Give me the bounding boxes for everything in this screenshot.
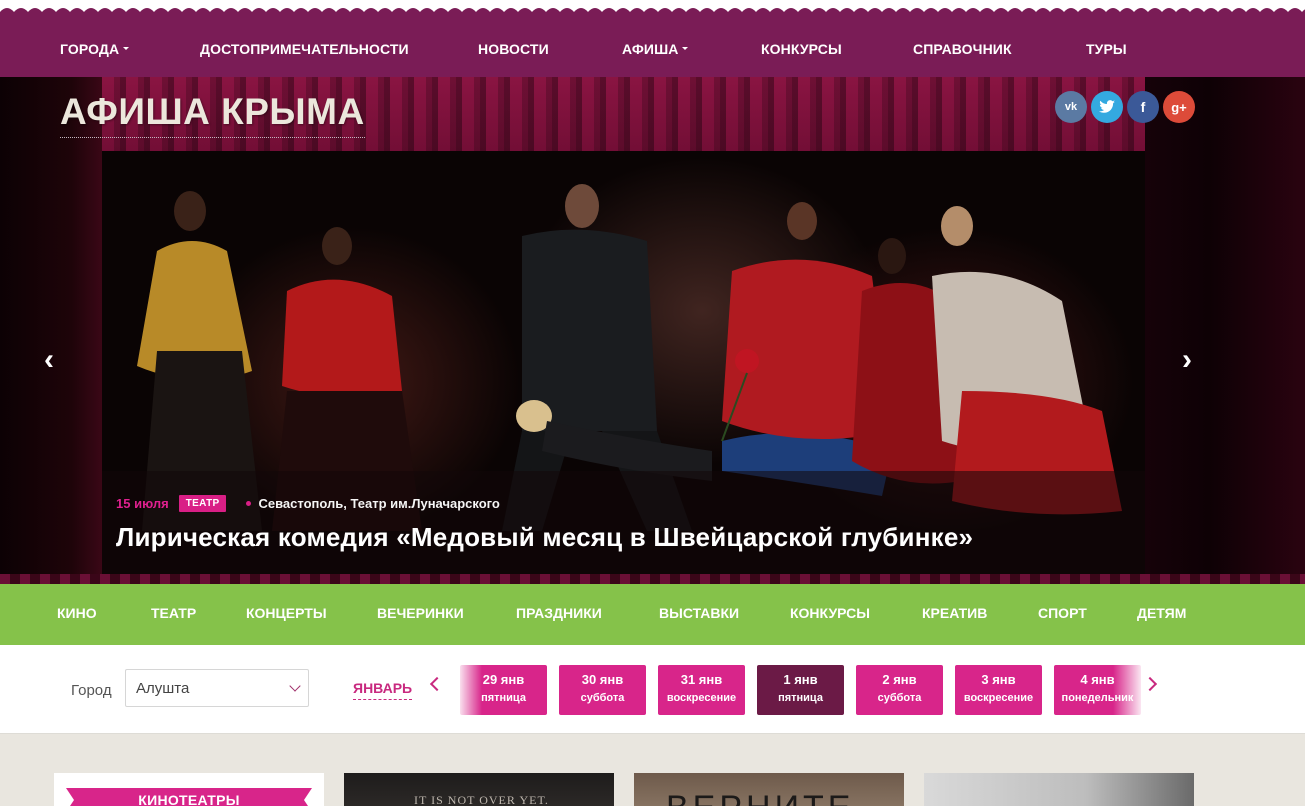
date-item[interactable]: 2 янв суббота (856, 665, 943, 715)
top-navigation: ГОРОДА ДОСТОПРИМЕЧАТЕЛЬНОСТИ НОВОСТИ АФИ… (0, 22, 1305, 77)
date-day: 4 янв (1080, 672, 1115, 687)
date-weekday: суббота (877, 692, 922, 704)
event-location: Севастополь, Театр им.Луначарского (258, 496, 500, 511)
nav-label: ГОРОДА (60, 41, 120, 57)
date-next-arrow-icon[interactable] (1142, 676, 1158, 692)
nav-label: АФИША (622, 41, 679, 57)
site-logo-title[interactable]: АФИША КРЫМА (60, 91, 365, 138)
category-bar: КИНО ТЕАТР КОНЦЕРТЫ ВЕЧЕРИНКИ ПРАЗДНИКИ … (0, 584, 1305, 645)
category-sport[interactable]: СПОРТ (1038, 605, 1087, 621)
nav-label: ДОСТОПРИМЕЧАТЕЛЬНОСТИ (200, 41, 409, 57)
cinemas-card: КИНОТЕАТРЫ (54, 773, 324, 806)
slide-caption: 15 июля ТЕАТР Севастополь, Театр им.Луна… (102, 471, 1145, 574)
dropdown-caret-icon (682, 46, 689, 50)
date-weekday: воскресение (963, 692, 1034, 704)
nav-item-news[interactable]: НОВОСТИ (478, 41, 549, 57)
date-weekday: пятница (481, 692, 526, 704)
slide-meta: 15 июля ТЕАТР Севастополь, Театр им.Луна… (116, 495, 500, 512)
movie-thumbnail[interactable]: ВЕРНИТЕ (634, 773, 904, 806)
date-item[interactable]: 31 янв воскресение (658, 665, 745, 715)
category-creative[interactable]: КРЕАТИВ (922, 605, 987, 621)
facebook-icon[interactable]: f (1127, 91, 1159, 123)
month-selector[interactable]: ЯНВАРЬ (353, 680, 413, 700)
date-item[interactable]: 3 янв воскресение (955, 665, 1042, 715)
date-item[interactable]: 4 янв понедельник (1054, 665, 1141, 715)
nav-item-afisha[interactable]: АФИША (622, 41, 689, 57)
filter-bar: Город Алушта ЯНВАРЬ 29 янв пятница 30 янв… (0, 645, 1305, 734)
city-select[interactable]: Алушта (125, 669, 309, 707)
slide-image[interactable]: 15 июля ТЕАТР Севастополь, Театр им.Луна… (102, 151, 1145, 574)
nav-item-directory[interactable]: СПРАВОЧНИК (913, 41, 1012, 57)
slider-prev-arrow-icon[interactable]: ‹ (44, 343, 54, 377)
date-prev-arrow-icon[interactable] (429, 676, 445, 692)
date-weekday: пятница (778, 692, 823, 704)
date-day: 2 янв (882, 672, 917, 687)
nav-label: ТУРЫ (1086, 41, 1127, 57)
category-parties[interactable]: ВЕЧЕРИНКИ (377, 605, 464, 621)
date-item[interactable]: 29 янв пятница (460, 665, 547, 715)
date-day: 29 янв (482, 672, 525, 687)
nav-item-cities[interactable]: ГОРОДА (60, 41, 130, 57)
location-dot-icon (246, 501, 252, 506)
dropdown-caret-icon (123, 46, 130, 50)
date-day: 30 янв (581, 672, 624, 687)
event-title[interactable]: Лирическая комедия «Медовый месяц в Швей… (116, 522, 973, 553)
date-day: 3 янв (981, 672, 1016, 687)
date-weekday: суббота (580, 692, 625, 704)
movie-poster-text: IT IS NOT OVER YET. (414, 793, 549, 806)
category-concerts[interactable]: КОНЦЕРТЫ (246, 605, 327, 621)
category-cinema[interactable]: КИНО (57, 605, 97, 621)
date-item-active[interactable]: 1 янв пятница (757, 665, 844, 715)
movie-thumbnail[interactable]: IT IS NOT OVER YET. (344, 773, 614, 806)
movie-thumbnail[interactable] (924, 773, 1194, 806)
twitter-icon[interactable] (1091, 91, 1123, 123)
google-plus-icon[interactable]: g+ (1163, 91, 1195, 123)
chevron-down-icon (289, 680, 301, 692)
category-kids[interactable]: ДЕТЯМ (1137, 605, 1186, 621)
date-strip: 29 янв пятница 30 янв суббота 31 янв воскре… (460, 665, 1143, 715)
date-day: 31 янв (680, 672, 723, 687)
nav-item-contests[interactable]: КОНКУРСЫ (761, 41, 842, 57)
slider-next-arrow-icon[interactable]: › (1182, 343, 1192, 377)
date-weekday: понедельник (1061, 692, 1134, 704)
nav-label: КОНКУРСЫ (761, 41, 842, 57)
curtain-right (1145, 77, 1305, 584)
city-label: Город (71, 682, 112, 699)
category-contests[interactable]: КОНКУРСЫ (790, 605, 870, 621)
date-weekday: воскресение (666, 692, 737, 704)
date-day: 1 янв (783, 672, 818, 687)
nav-item-tours[interactable]: ТУРЫ (1086, 41, 1127, 57)
curtain-fringe (0, 574, 1305, 584)
nav-label: НОВОСТИ (478, 41, 549, 57)
event-date: 15 июля (116, 496, 169, 511)
category-holidays[interactable]: ПРАЗДНИКИ (516, 605, 602, 621)
city-select-value: Алушта (136, 680, 190, 697)
category-exhibitions[interactable]: ВЫСТАВКИ (659, 605, 739, 621)
date-item[interactable]: 30 янв суббота (559, 665, 646, 715)
event-category-badge[interactable]: ТЕАТР (178, 495, 227, 512)
nav-item-sights[interactable]: ДОСТОПРИМЕЧАТЕЛЬНОСТИ (200, 41, 409, 57)
curtain-left (0, 77, 102, 584)
cinemas-ribbon[interactable]: КИНОТЕАТРЫ (66, 788, 312, 806)
nav-label: СПРАВОЧНИК (913, 41, 1012, 57)
movie-poster-text: ВЕРНИТЕ (666, 789, 854, 806)
category-theatre[interactable]: ТЕАТР (151, 605, 196, 621)
top-wave-border (0, 0, 1305, 22)
vk-icon[interactable]: vk (1055, 91, 1087, 123)
hero-section: АФИША КРЫМА vk f g+ 15 июля ТЕАТР Севаст… (0, 77, 1305, 584)
